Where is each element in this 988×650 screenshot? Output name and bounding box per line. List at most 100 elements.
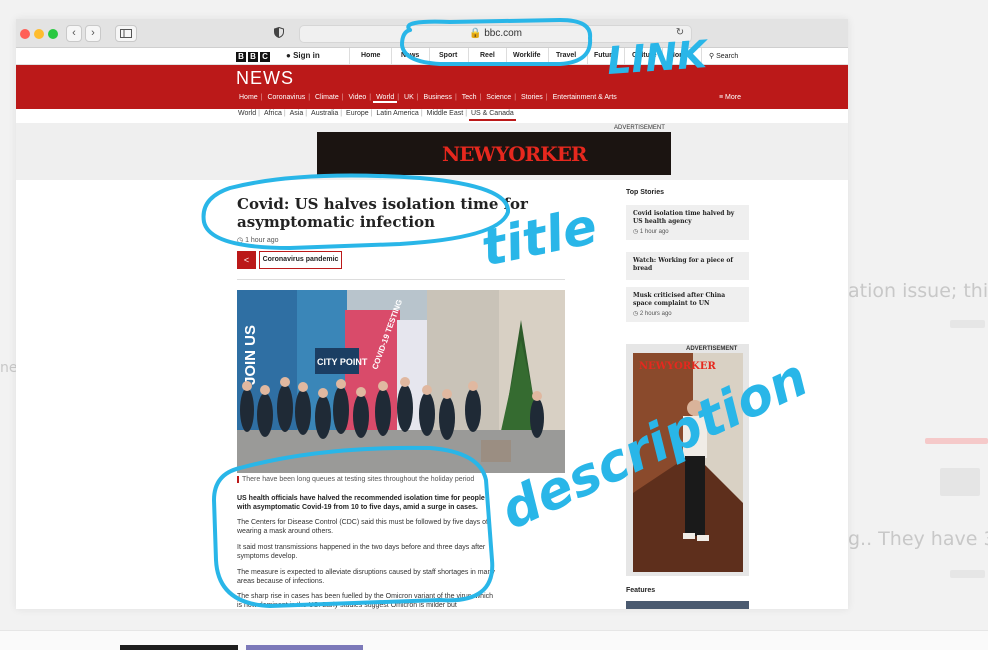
story-title[interactable]: Musk criticised after China space compla… (633, 292, 742, 308)
bottom-dark-button[interactable] (120, 645, 238, 650)
clock-icon: ◷ (633, 311, 639, 317)
news-more-button[interactable]: ≡ More (719, 94, 741, 101)
article-paragraph: It said most transmissions happened in t… (237, 544, 486, 560)
advertisement-label: ADVERTISEMENT (614, 125, 665, 131)
sidebar-toggle-button[interactable] (115, 25, 137, 42)
address-text: bbc.com (484, 28, 523, 39)
article-time: ◷ 1 hour ago (237, 237, 279, 244)
newyorker-side-ad[interactable]: NEWYORKER (633, 353, 743, 572)
subnav-australia[interactable]: Australia (309, 110, 340, 117)
nav-more[interactable]: More (669, 52, 686, 59)
world-subnav: World | Africa | Asia | Australia | Europe | … (236, 110, 516, 121)
browser-window: ‹ › ≡ 🔒 bbc.com ↻ BBC ● Sign in Home New… (16, 19, 848, 609)
nav-worklife[interactable]: Worklife (513, 52, 541, 59)
advertisement-label: ADVERTISEMENT (686, 346, 738, 352)
nav-sport[interactable]: Sport (439, 52, 457, 59)
top-story-card[interactable]: Musk criticised after China space compla… (626, 287, 749, 322)
article-photo: JOIN US CITY POINT COVID-19 TESTING (237, 290, 565, 473)
minimize-window-button[interactable] (34, 29, 44, 39)
subnav-us-canada[interactable]: US & Canada (468, 110, 516, 121)
bottom-purple-button[interactable] (246, 645, 363, 650)
address-bar[interactable]: 🔒 bbc.com (299, 25, 692, 43)
background-snippet-2: g.. They have 3 (848, 528, 988, 550)
nav-future[interactable]: Future (594, 52, 616, 59)
share-button[interactable]: < (237, 251, 256, 269)
news-title[interactable]: NEWS (236, 68, 294, 89)
lock-icon: 🔒 (468, 28, 482, 39)
article-paragraph: The sharp rise in cases has been fuelled… (237, 593, 494, 609)
news-header: NEWS Home | Coronavirus | Climate | Video | … (16, 65, 848, 109)
news-nav-tech[interactable]: Tech (459, 94, 480, 101)
nav-news[interactable]: News (401, 52, 419, 59)
features-heading: Features (626, 587, 656, 594)
background-thumbnail (925, 438, 988, 444)
article-paragraph: The Centers for Disease Control (CDC) sa… (237, 519, 488, 535)
news-nav-stories[interactable]: Stories (518, 94, 546, 101)
news-nav-world[interactable]: World (373, 94, 398, 103)
maximize-window-button[interactable] (48, 29, 58, 39)
story-time: ◷ 1 hour ago (633, 229, 669, 235)
testing-queue-photo: JOIN US CITY POINT COVID-19 TESTING (237, 290, 565, 473)
divider (237, 279, 565, 280)
share-icon: < (243, 255, 250, 265)
news-nav-climate[interactable]: Climate (312, 94, 342, 101)
background-thumbnail (940, 468, 980, 496)
privacy-report-button[interactable] (268, 25, 290, 42)
clock-icon: ◷ (633, 229, 639, 235)
news-nav-business[interactable]: Business (421, 94, 455, 101)
features-thumbnail[interactable] (626, 601, 749, 609)
article-lead-paragraph: US health officials have halved the reco… (237, 495, 485, 511)
news-nav-science[interactable]: Science (483, 94, 514, 101)
nav-culture[interactable]: Culture (632, 52, 657, 59)
subnav-middle-east[interactable]: Middle East (425, 110, 466, 117)
back-button[interactable]: ‹ (66, 25, 82, 42)
photo-sign-join-us: JOIN US (242, 325, 259, 385)
subnav-asia[interactable]: Asia (288, 110, 306, 117)
chevron-right-icon: › (91, 27, 95, 39)
user-icon: ● (286, 51, 291, 60)
bbc-global-nav: BBC ● Sign in Home News Sport Reel Workl… (16, 48, 848, 65)
article-headline: Covid: US halves isolation time for asym… (237, 195, 528, 231)
top-story-card[interactable]: Watch: Working for a piece of bread (626, 252, 749, 280)
side-ad-logo: NEWYORKER (639, 361, 716, 372)
signin-link[interactable]: ● Sign in (286, 51, 320, 60)
subnav-europe[interactable]: Europe (344, 110, 371, 117)
background-thumbnail (950, 320, 985, 328)
subnav-latin-america[interactable]: Latin America (374, 110, 420, 117)
top-story-card[interactable]: Covid isolation time halved by US health… (626, 205, 749, 240)
news-nav-coronavirus[interactable]: Coronavirus (264, 94, 308, 101)
close-window-button[interactable] (20, 29, 30, 39)
sidebar-icon (120, 29, 132, 38)
search-link[interactable]: ⚲ Search (709, 52, 738, 60)
news-nav-uk[interactable]: UK (401, 94, 417, 101)
story-title[interactable]: Watch: Working for a piece of bread (633, 257, 742, 273)
news-nav-home[interactable]: Home (236, 94, 261, 101)
nav-travel[interactable]: Travel (556, 52, 576, 59)
side-ad-image: NEWYORKER (633, 353, 743, 572)
reload-icon[interactable]: ↻ (673, 25, 687, 42)
news-nav: Home | Coronavirus | Climate | Video | World… (236, 94, 620, 103)
photo-sign-city-point: CITY POINT (317, 357, 368, 367)
bbc-logo[interactable]: BBC (236, 52, 270, 62)
topic-tag-button[interactable]: Coronavirus pandemic (259, 251, 342, 269)
newyorker-logo: NEWYORKER (442, 142, 588, 166)
subnav-africa[interactable]: Africa (262, 110, 284, 117)
subnav-world[interactable]: World (236, 110, 258, 117)
article-paragraph: The measure is expected to alleviate dis… (237, 569, 495, 585)
background-snippet-left: ne (0, 360, 18, 376)
clock-icon: ◷ (237, 237, 244, 244)
forward-button[interactable]: › (85, 25, 101, 42)
news-nav-video[interactable]: Video (346, 94, 370, 101)
background-thumbnail (950, 570, 985, 578)
story-title[interactable]: Covid isolation time halved by US health… (633, 210, 742, 226)
news-nav-entertainment[interactable]: Entertainment & Arts (550, 94, 620, 101)
photo-caption: There have been long queues at testing s… (237, 476, 474, 483)
chevron-left-icon: ‹ (72, 27, 76, 39)
nav-reel[interactable]: Reel (480, 52, 495, 59)
nav-home[interactable]: Home (361, 52, 380, 59)
top-stories-heading: Top Stories (626, 189, 664, 196)
search-icon: ⚲ (709, 53, 715, 60)
newyorker-banner-ad[interactable]: NEWYORKER (317, 132, 671, 175)
browser-toolbar: ‹ › ≡ 🔒 bbc.com ↻ (16, 19, 848, 48)
story-time: ◷ 2 hours ago (633, 311, 672, 317)
